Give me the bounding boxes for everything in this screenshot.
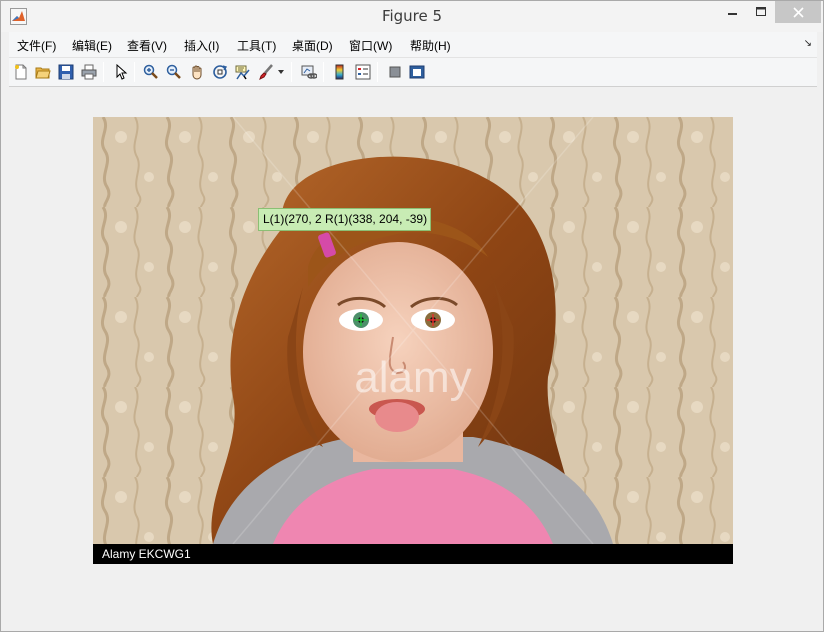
image-caption: Alamy EKCWG1 xyxy=(102,547,191,561)
figure-toolbar xyxy=(9,58,817,87)
zoom-in-icon[interactable] xyxy=(141,62,161,82)
maximize-button[interactable] xyxy=(747,1,775,23)
pan-hand-icon[interactable] xyxy=(187,62,207,82)
print-icon[interactable] xyxy=(79,62,99,82)
menu-window[interactable]: 窗口(W) xyxy=(349,37,392,54)
toolbar-separator xyxy=(377,62,378,82)
watermark-text: alamy xyxy=(354,353,471,402)
figure-canvas[interactable]: alamy L(1)(270, 2 R(1)(338, 204, -39) Al… xyxy=(9,88,817,625)
save-icon[interactable] xyxy=(56,62,76,82)
menu-edit[interactable]: 编辑(E) xyxy=(72,37,112,54)
title-bar[interactable]: Figure 5 xyxy=(1,1,823,32)
edit-plot-arrow-icon[interactable] xyxy=(111,62,131,82)
toolbar-separator xyxy=(323,62,324,82)
zoom-out-icon[interactable] xyxy=(164,62,184,82)
new-figure-icon[interactable] xyxy=(11,62,31,82)
brush-icon[interactable] xyxy=(256,62,276,82)
open-file-icon[interactable] xyxy=(33,62,53,82)
menu-view[interactable]: 查看(V) xyxy=(127,37,167,54)
menu-bar: 文件(F) 编辑(E) 查看(V) 插入(I) 工具(T) 桌面(D) 窗口(W… xyxy=(9,32,817,58)
toolbar-separator xyxy=(103,62,104,82)
close-button[interactable] xyxy=(775,1,821,23)
menu-file[interactable]: 文件(F) xyxy=(17,37,56,54)
menu-help[interactable]: 帮助(H) xyxy=(410,37,451,54)
hide-plot-tools-icon[interactable] xyxy=(385,62,405,82)
legend-icon[interactable] xyxy=(353,62,373,82)
menu-insert[interactable]: 插入(I) xyxy=(184,37,219,54)
toolbar-separator xyxy=(291,62,292,82)
window-title: Figure 5 xyxy=(381,7,443,25)
girl-photo[interactable]: alamy xyxy=(93,117,733,544)
menu-tools[interactable]: 工具(T) xyxy=(237,37,276,54)
toolbar-separator xyxy=(134,62,135,82)
minimize-button[interactable] xyxy=(719,1,747,23)
image-axes[interactable]: alamy L(1)(270, 2 R(1)(338, 204, -39) Al… xyxy=(93,117,733,564)
menu-desktop[interactable]: 桌面(D) xyxy=(292,37,333,54)
figure-window: Figure 5 文件(F) 编辑(E) 查看(V) 插入(I) 工具(T) 桌… xyxy=(0,0,824,632)
data-cursor-icon[interactable] xyxy=(233,62,253,82)
show-plot-tools-icon[interactable] xyxy=(407,62,427,82)
datatip[interactable]: L(1)(270, 2 R(1)(338, 204, -39) xyxy=(258,208,432,231)
link-plot-icon[interactable] xyxy=(299,62,319,82)
dock-arrow-icon[interactable]: ↘ xyxy=(804,38,812,49)
rotate-3d-icon[interactable] xyxy=(210,62,230,82)
brush-dropdown-icon[interactable] xyxy=(276,62,286,82)
colorbar-icon[interactable] xyxy=(330,62,350,82)
caption-bar: Alamy EKCWG1 xyxy=(93,544,733,564)
